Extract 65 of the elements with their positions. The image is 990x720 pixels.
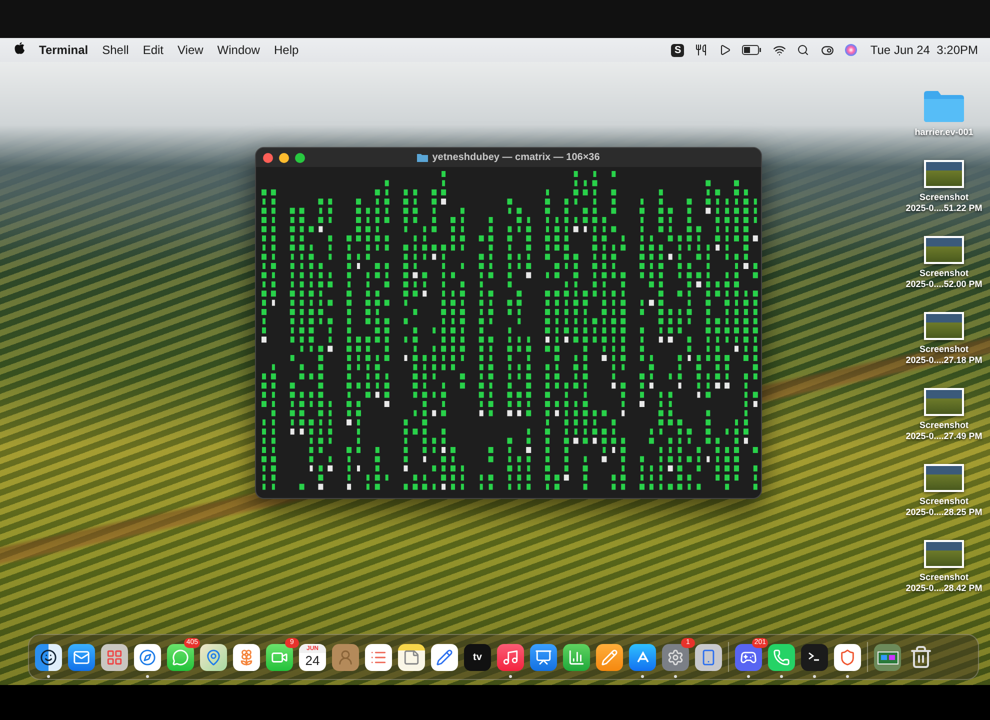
compass-app-icon[interactable] <box>134 644 161 670</box>
menu-item[interactable]: Window <box>217 43 260 57</box>
shield-app-icon[interactable] <box>834 644 861 670</box>
flower-app-icon[interactable] <box>233 644 260 670</box>
app-menu-icon[interactable]: S <box>671 44 684 56</box>
terminal-app-icon[interactable] <box>801 644 828 670</box>
menu-item[interactable]: Edit <box>142 43 164 57</box>
screenshot-thumbnail[interactable] <box>924 464 964 492</box>
music-note-app-icon[interactable] <box>497 644 524 670</box>
envelope-app-icon[interactable] <box>68 644 95 670</box>
image-stack-icon[interactable] <box>874 644 901 670</box>
clock[interactable]: Tue Jun 24 3:20PM <box>870 43 978 57</box>
speech-bubble-app-icon[interactable] <box>167 644 194 670</box>
maximize-button[interactable] <box>295 152 305 162</box>
bar-chart-app-icon[interactable] <box>563 644 590 670</box>
window-title: yetneshdubey — cmatrix — 106×36 <box>432 152 600 163</box>
person-app-icon[interactable] <box>332 644 359 670</box>
search-icon[interactable] <box>796 43 810 57</box>
screenshot-thumbnail[interactable] <box>924 388 964 416</box>
file-name-label[interactable]: Screenshot 2025-0....28.42 PM <box>906 572 982 594</box>
tv-app-icon[interactable]: tv <box>464 644 491 670</box>
file-name-label[interactable]: Screenshot 2025-0....52.00 PM <box>906 268 982 290</box>
file-name-label[interactable]: Screenshot 2025-0....28.25 PM <box>906 496 982 518</box>
running-indicator-dot <box>641 675 644 678</box>
running-indicator-dot <box>846 675 849 678</box>
list-app-icon[interactable] <box>365 644 392 670</box>
video-camera-app-icon[interactable] <box>266 644 293 670</box>
screenshot-thumbnail[interactable] <box>924 160 964 188</box>
file-name-label[interactable]: Screenshot 2025-0....51.22 PM <box>906 192 982 214</box>
menu-item[interactable]: View <box>178 43 204 57</box>
phone-bubble-app-icon[interactable] <box>768 644 795 670</box>
file-name-label[interactable]: Screenshot 2025-0....27.49 PM <box>906 420 982 442</box>
pen-app-icon[interactable] <box>596 644 623 670</box>
menu-item[interactable]: Help <box>274 43 299 57</box>
screenshot-thumbnail[interactable] <box>924 236 964 264</box>
phone-app-icon[interactable] <box>695 644 722 670</box>
running-indicator-dot <box>146 675 149 678</box>
running-indicator-dot <box>747 675 750 678</box>
close-button[interactable] <box>263 152 273 162</box>
notepad-app-icon[interactable] <box>398 644 425 670</box>
utensils-icon[interactable] <box>694 43 708 57</box>
running-indicator-dot <box>813 675 816 678</box>
game-controller-app-icon[interactable] <box>735 644 762 670</box>
running-indicator-dot <box>509 675 512 678</box>
screenshot-thumbnail[interactable] <box>924 312 964 340</box>
grid-app-icon[interactable] <box>101 644 128 670</box>
battery-icon[interactable] <box>742 43 762 57</box>
running-indicator-dot <box>780 675 783 678</box>
gear-app-icon[interactable] <box>662 644 689 670</box>
minimize-button[interactable] <box>279 152 289 162</box>
app-store-app-icon[interactable] <box>629 644 656 670</box>
app-menu[interactable]: Terminal <box>39 43 88 57</box>
folder-icon <box>417 153 428 162</box>
menu-item[interactable]: Shell <box>102 43 129 57</box>
podium-app-icon[interactable] <box>530 644 557 670</box>
toggle-icon[interactable] <box>820 43 834 57</box>
screenshot-thumbnail[interactable] <box>924 540 964 568</box>
face-app-icon[interactable] <box>35 644 62 670</box>
scribble-app-icon[interactable] <box>431 644 458 670</box>
running-indicator-dot <box>674 675 677 678</box>
colorful-orb-icon[interactable] <box>844 43 858 57</box>
play-icon[interactable] <box>718 43 732 57</box>
running-indicator-dot <box>47 675 50 678</box>
map-app-icon[interactable] <box>200 644 227 670</box>
file-name-label[interactable]: Screenshot 2025-0....27.18 PM <box>906 344 982 366</box>
